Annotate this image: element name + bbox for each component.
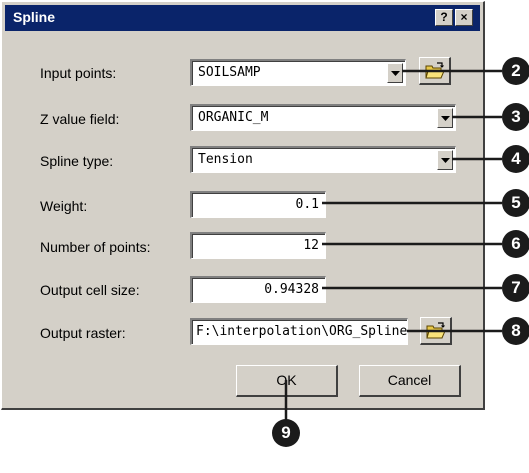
callout-9: 9 (272, 419, 300, 447)
callout-8: 8 (502, 317, 529, 345)
callout-7: 7 (502, 274, 529, 302)
callout-5: 5 (502, 189, 529, 217)
callout-2: 2 (502, 57, 529, 85)
callout-3: 3 (502, 103, 529, 131)
callout-leader-lines (284, 69, 502, 420)
callout-6: 6 (502, 230, 529, 258)
callout-4: 4 (502, 145, 529, 173)
